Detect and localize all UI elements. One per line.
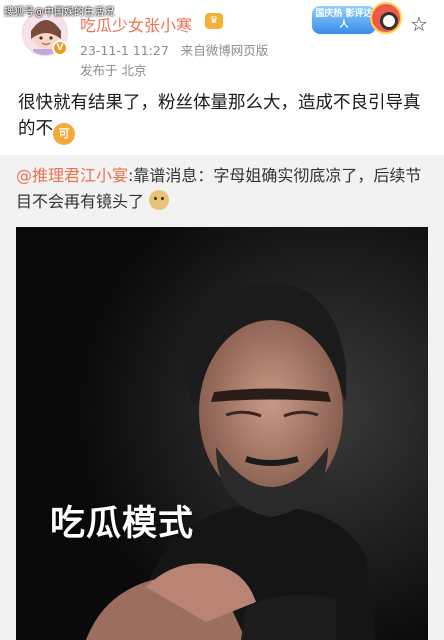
doge-emoji-icon bbox=[149, 190, 170, 210]
star-icon[interactable]: ☆ bbox=[410, 12, 428, 36]
meme-image[interactable]: 吃瓜模式 bbox=[16, 227, 428, 640]
emoji-icon: 可 bbox=[53, 123, 75, 145]
watermark-text: 搜狐号@中国娱的生活况 bbox=[4, 7, 114, 18]
vip-badge-icon: ♛ bbox=[205, 13, 223, 29]
post-meta: 23-11-1 11:27 来自微博网页版 bbox=[80, 40, 268, 59]
verified-badge-icon: V bbox=[52, 40, 68, 56]
post-timestamp: 23-11-1 11:27 bbox=[80, 43, 169, 58]
meme-caption: 吃瓜模式 bbox=[50, 504, 195, 544]
promo-badge-label: 国庆热 影评达人 bbox=[312, 6, 376, 34]
repost-user-link[interactable]: @推理君江小宴 bbox=[16, 166, 128, 185]
post-location: 发布于 北京 bbox=[80, 63, 147, 78]
mascot-icon bbox=[370, 2, 402, 34]
post-text: 很快就有结果了，粉丝体量那么大，造成不良引导真的不 bbox=[18, 93, 421, 139]
repost-block[interactable]: @推理君江小宴:靠谱消息：字母姐确实彻底凉了，后续节目不会再有镜头了 吃瓜模式 bbox=[0, 155, 444, 640]
repost-content: @推理君江小宴:靠谱消息：字母姐确实彻底凉了，后续节目不会再有镜头了 bbox=[16, 163, 428, 215]
post-body: 很快就有结果了，粉丝体量那么大，造成不良引导真的不可 bbox=[18, 90, 428, 145]
post-source: 来自微博网页版 bbox=[180, 43, 269, 58]
promo-badge: 国庆热 影评达人 bbox=[312, 2, 404, 38]
